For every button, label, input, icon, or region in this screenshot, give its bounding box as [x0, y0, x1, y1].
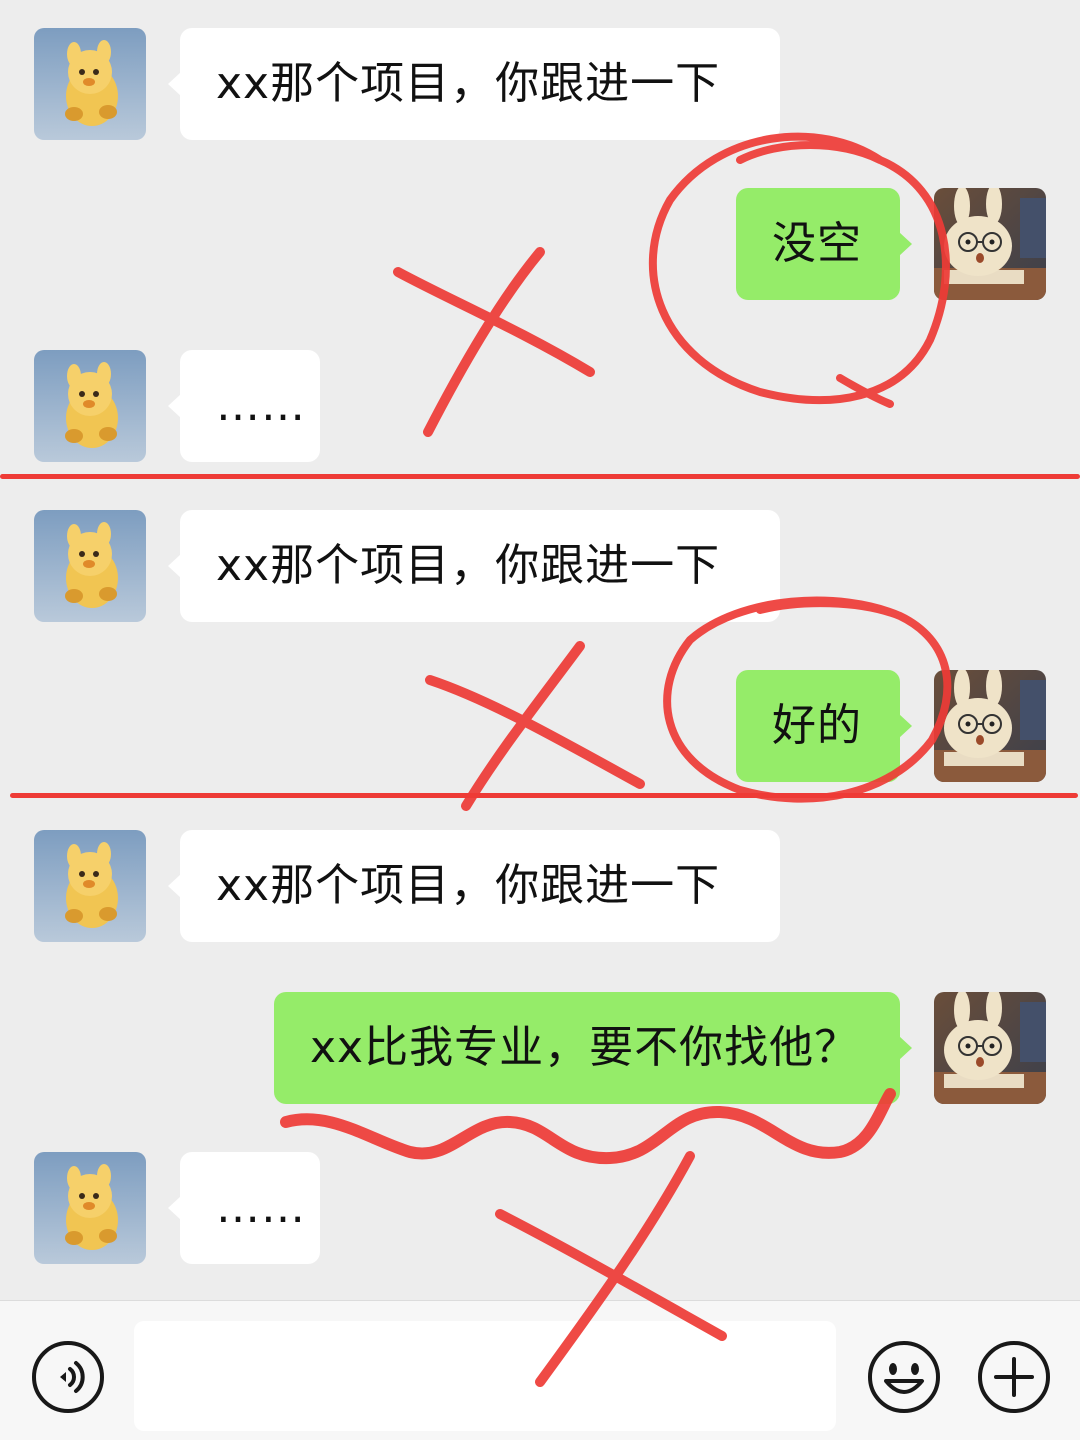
input-bar	[0, 1300, 1080, 1440]
incoming-message-bubble[interactable]: xx那个项目，你跟进一下	[168, 830, 780, 942]
message-text: ……	[216, 1182, 306, 1233]
divider-line	[0, 474, 1080, 479]
outgoing-message-bubble[interactable]: 好的	[736, 670, 912, 782]
outgoing-message-bubble[interactable]: 没空	[736, 188, 912, 300]
message-text: 好的	[772, 700, 862, 751]
x-mark	[423, 247, 545, 437]
message-text: xx比我专业，要不你找他？	[310, 1022, 860, 1073]
bunny-glasses-avatar[interactable]	[934, 670, 1046, 782]
message-input[interactable]	[134, 1321, 836, 1431]
divider-line	[10, 793, 1078, 798]
message-text: ……	[216, 380, 306, 431]
x-mark	[393, 267, 595, 377]
chat-screen: xx那个项目，你跟进一下 没空 …… xx那个项目，你跟进一下 好的 xx那个项…	[0, 0, 1080, 1440]
incoming-message-bubble[interactable]: xx那个项目，你跟进一下	[168, 28, 780, 140]
bunny-glasses-avatar[interactable]	[934, 992, 1046, 1104]
incoming-message-bubble[interactable]: ……	[168, 350, 320, 462]
x-mark	[425, 675, 645, 789]
bear-plush-avatar[interactable]	[34, 830, 146, 942]
annotation-overlay	[280, 132, 952, 1387]
incoming-message-bubble[interactable]: xx那个项目，你跟进一下	[168, 510, 780, 622]
x-mark	[461, 641, 585, 811]
bear-plush-avatar[interactable]	[34, 28, 146, 140]
voice-icon[interactable]	[30, 1339, 106, 1415]
plus-icon[interactable]	[976, 1339, 1052, 1415]
outgoing-message-bubble[interactable]: xx比我专业，要不你找他？	[274, 992, 912, 1104]
bunny-glasses-avatar[interactable]	[934, 188, 1046, 300]
incoming-message-bubble[interactable]: ……	[168, 1152, 320, 1264]
message-text: 没空	[772, 218, 862, 269]
message-text: xx那个项目，你跟进一下	[216, 540, 721, 591]
bear-plush-avatar[interactable]	[34, 350, 146, 462]
bear-plush-avatar[interactable]	[34, 1152, 146, 1264]
message-text: xx那个项目，你跟进一下	[216, 58, 721, 109]
bear-plush-avatar[interactable]	[34, 510, 146, 622]
message-text: xx那个项目，你跟进一下	[216, 860, 721, 911]
emoji-icon[interactable]	[866, 1339, 942, 1415]
